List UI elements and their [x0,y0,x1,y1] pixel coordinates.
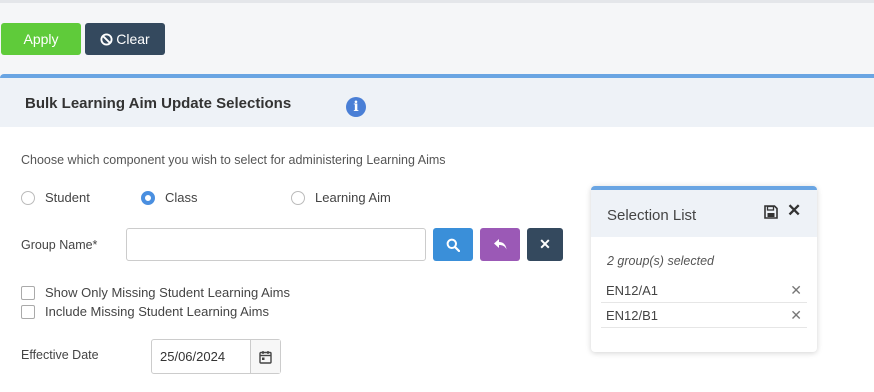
checkbox-label: Show Only Missing Student Learning Aims [45,285,290,300]
search-icon [446,238,460,252]
effective-date-field[interactable]: 25/06/2024 [151,339,281,374]
apply-button[interactable]: Apply [1,23,81,55]
selection-list-card: Selection List ✕ 2 group(s) selected EN1… [591,186,817,352]
calendar-icon [259,350,272,364]
selection-list-title: Selection List [607,207,697,224]
close-icon[interactable]: ✕ [787,202,801,220]
instructions-text: Choose which component you wish to selec… [21,153,446,167]
info-icon[interactable]: i [346,97,366,117]
search-button[interactable] [433,228,473,261]
list-item: EN12/B1 ✕ [601,304,807,328]
clear-button-label: Clear [116,31,150,47]
panel-header: Bulk Learning Aim Update Selections i [0,78,874,127]
checkbox-show-only-missing[interactable]: Show Only Missing Student Learning Aims [21,285,290,300]
calendar-button[interactable] [250,340,280,373]
radio-circle[interactable] [141,190,155,205]
checkbox-include-missing[interactable]: Include Missing Student Learning Aims [21,304,269,319]
selection-list-header: Selection List ✕ [591,190,817,237]
ban-icon [100,32,113,46]
group-name-input[interactable] [126,228,426,261]
radio-label: Student [45,190,90,205]
undo-button[interactable] [480,228,520,261]
radio-circle[interactable] [21,190,35,205]
panel-title: Bulk Learning Aim Update Selections [25,95,292,112]
remove-icon[interactable]: ✕ [790,282,802,299]
effective-date-label: Effective Date [21,348,99,362]
radio-circle[interactable] [291,190,305,205]
group-name-label: Group Name* [21,238,98,252]
clear-button[interactable]: Clear [85,23,165,55]
radio-student[interactable]: Student [21,190,90,205]
radio-learning-aim[interactable]: Learning Aim [291,190,391,205]
list-item-label: EN12/A1 [606,283,659,298]
effective-date-value[interactable]: 25/06/2024 [152,340,250,373]
close-icon: ✕ [539,236,551,252]
list-item-label: EN12/B1 [606,308,659,323]
checkbox-label: Include Missing Student Learning Aims [45,304,270,319]
save-icon[interactable] [763,204,779,220]
checkbox-box[interactable] [21,285,35,300]
radio-class[interactable]: Class [141,190,198,205]
clear-group-button[interactable]: ✕ [527,228,563,261]
top-bar [0,0,874,3]
checkbox-box[interactable] [21,304,35,319]
radio-label: Learning Aim [315,190,391,205]
selection-count: 2 group(s) selected [607,254,715,268]
remove-icon[interactable]: ✕ [790,307,802,324]
radio-label: Class [165,190,198,205]
list-item: EN12/A1 ✕ [601,279,807,303]
reply-icon [493,239,506,250]
